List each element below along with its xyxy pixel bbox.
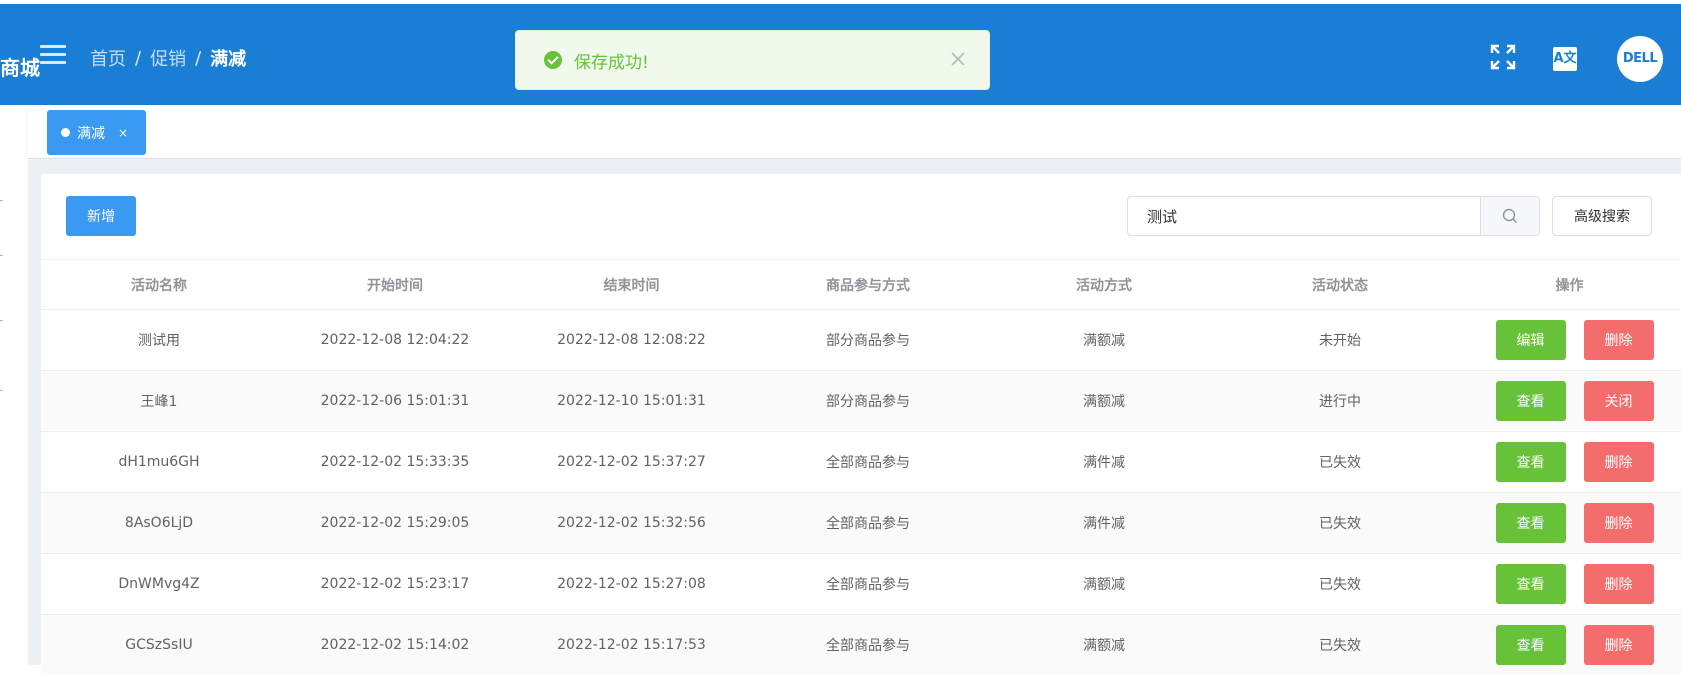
view-button[interactable]: 查看 [1495,381,1566,421]
breadcrumb: 首页 / 促销 / 满减 [90,45,246,71]
cell-status: 未开始 [1319,333,1361,349]
search-icon [1502,208,1517,223]
cell-status: 已失效 [1319,638,1361,654]
cell-method: 满件减 [1083,516,1125,532]
table-row: 测试用 2022-12-08 12:04:22 2022-12-08 12:08… [41,309,1681,370]
cell-status: 已失效 [1319,577,1361,593]
table-row: dH1mu6GH 2022-12-02 15:33:35 2022-12-02 … [41,431,1681,492]
cell-name: 王峰1 [140,394,178,410]
cell-start: 2022-12-02 15:23:17 [320,576,470,592]
cell-name: dH1mu6GH [118,454,200,470]
table-row: 王峰1 2022-12-06 15:01:31 2022-12-10 15:01… [41,370,1681,431]
column-header: 结束时间 [603,277,660,294]
table-row: 8AsO6LjD 2022-12-02 15:29:05 2022-12-02 … [41,492,1681,553]
delete-button[interactable]: 删除 [1583,320,1654,360]
cell-participation: 部分商品参与 [826,333,910,349]
cell-name: GCSzSsIU [125,637,193,653]
advanced-search-button[interactable]: 高级搜索 [1552,196,1652,236]
hamburger-menu-icon[interactable] [40,45,66,65]
column-header: 活动方式 [1076,277,1132,294]
add-button[interactable]: 新增 [66,196,136,236]
cell-end: 2022-12-02 15:27:08 [557,576,706,592]
user-avatar[interactable]: DELL [1617,36,1663,82]
cell-start: 2022-12-06 15:01:31 [320,393,470,409]
close-button[interactable]: 关闭 [1583,381,1654,421]
column-header: 开始时间 [367,277,423,294]
cell-start: 2022-12-02 15:33:35 [320,454,470,470]
tags-view-bar: 满减 × [28,105,1681,159]
cell-end: 2022-12-08 12:08:22 [557,332,706,348]
cell-status: 已失效 [1319,516,1361,532]
delete-button[interactable]: 删除 [1583,564,1654,604]
close-icon[interactable] [947,48,969,70]
cell-participation: 全部商品参与 [826,577,910,593]
cell-actions: 编辑 删除 [1458,320,1681,360]
table-header: 活动名称 开始时间 结束时间 商品参与方式 活动方式 活动状态 操作 [41,259,1681,309]
delete-button[interactable]: 删除 [1583,503,1654,543]
check-circle-icon [544,51,562,69]
cell-end: 2022-12-10 15:01:31 [557,393,706,409]
tag-label: 满减 [77,125,105,142]
breadcrumb-promotion[interactable]: 促销 [150,45,186,71]
view-button[interactable]: 查看 [1495,442,1566,482]
active-dot-icon [61,128,70,137]
view-button[interactable]: 查看 [1495,564,1566,604]
view-button[interactable]: 查看 [1495,625,1566,665]
success-toast: 保存成功! [515,30,990,90]
cell-end: 2022-12-02 15:37:27 [557,454,706,470]
tag-close-icon[interactable]: × [118,126,128,140]
breadcrumb-separator: / [135,47,142,69]
cell-start: 2022-12-02 15:29:05 [320,515,470,531]
promotion-table: 活动名称 开始时间 结束时间 商品参与方式 活动方式 活动状态 操作 测试用 2… [41,259,1681,675]
breadcrumb-current: 满减 [210,49,247,70]
cell-end: 2022-12-02 15:17:53 [557,637,706,653]
cell-method: 满件减 [1083,455,1125,471]
delete-button[interactable]: 删除 [1583,625,1654,665]
cell-status: 进行中 [1319,394,1361,410]
cell-name: DnWMvg4Z [118,576,200,592]
brand-name: 商城 [0,56,40,80]
cell-participation: 全部商品参与 [826,455,910,471]
toast-message: 保存成功! [574,52,649,73]
translate-icon[interactable]: A文 [1553,47,1577,71]
search-button[interactable] [1480,197,1539,235]
view-button[interactable]: 查看 [1495,503,1566,543]
column-header: 商品参与方式 [826,277,910,294]
cell-participation: 全部商品参与 [826,638,910,654]
cell-method: 满额减 [1083,638,1125,654]
cell-name: 8AsO6LjD [124,515,194,531]
delete-button[interactable]: 删除 [1583,442,1654,482]
cell-actions: 查看 删除 [1458,503,1681,543]
search-input[interactable] [1128,197,1480,235]
cell-method: 满额减 [1083,394,1125,410]
table-row: DnWMvg4Z 2022-12-02 15:23:17 2022-12-02 … [41,553,1681,614]
cell-actions: 查看 删除 [1458,625,1681,665]
cell-method: 满额减 [1083,577,1125,593]
cell-status: 已失效 [1319,455,1361,471]
fullscreen-icon[interactable] [1490,44,1516,70]
column-header: 活动状态 [1312,277,1368,294]
tag-manjian[interactable]: 满减 × [47,110,146,155]
cell-actions: 查看 删除 [1458,564,1681,604]
cell-start: 2022-12-08 12:04:22 [320,332,470,348]
search-box [1127,196,1540,236]
sidebar-collapsed [0,105,28,665]
cell-participation: 全部商品参与 [826,516,910,532]
cell-name: 测试用 [138,333,180,349]
cell-actions: 查看 删除 [1458,442,1681,482]
breadcrumb-separator: / [195,47,202,69]
table-row: GCSzSsIU 2022-12-02 15:14:02 2022-12-02 … [41,614,1681,675]
breadcrumb-home[interactable]: 首页 [90,45,126,71]
edit-button[interactable]: 编辑 [1495,320,1566,360]
cell-actions: 查看 关闭 [1458,381,1681,421]
cell-start: 2022-12-02 15:14:02 [320,637,470,653]
column-header: 操作 [1555,277,1584,294]
column-header: 活动名称 [131,277,187,294]
cell-end: 2022-12-02 15:32:56 [557,515,706,531]
cell-method: 满额减 [1083,333,1125,349]
cell-participation: 部分商品参与 [826,394,910,410]
